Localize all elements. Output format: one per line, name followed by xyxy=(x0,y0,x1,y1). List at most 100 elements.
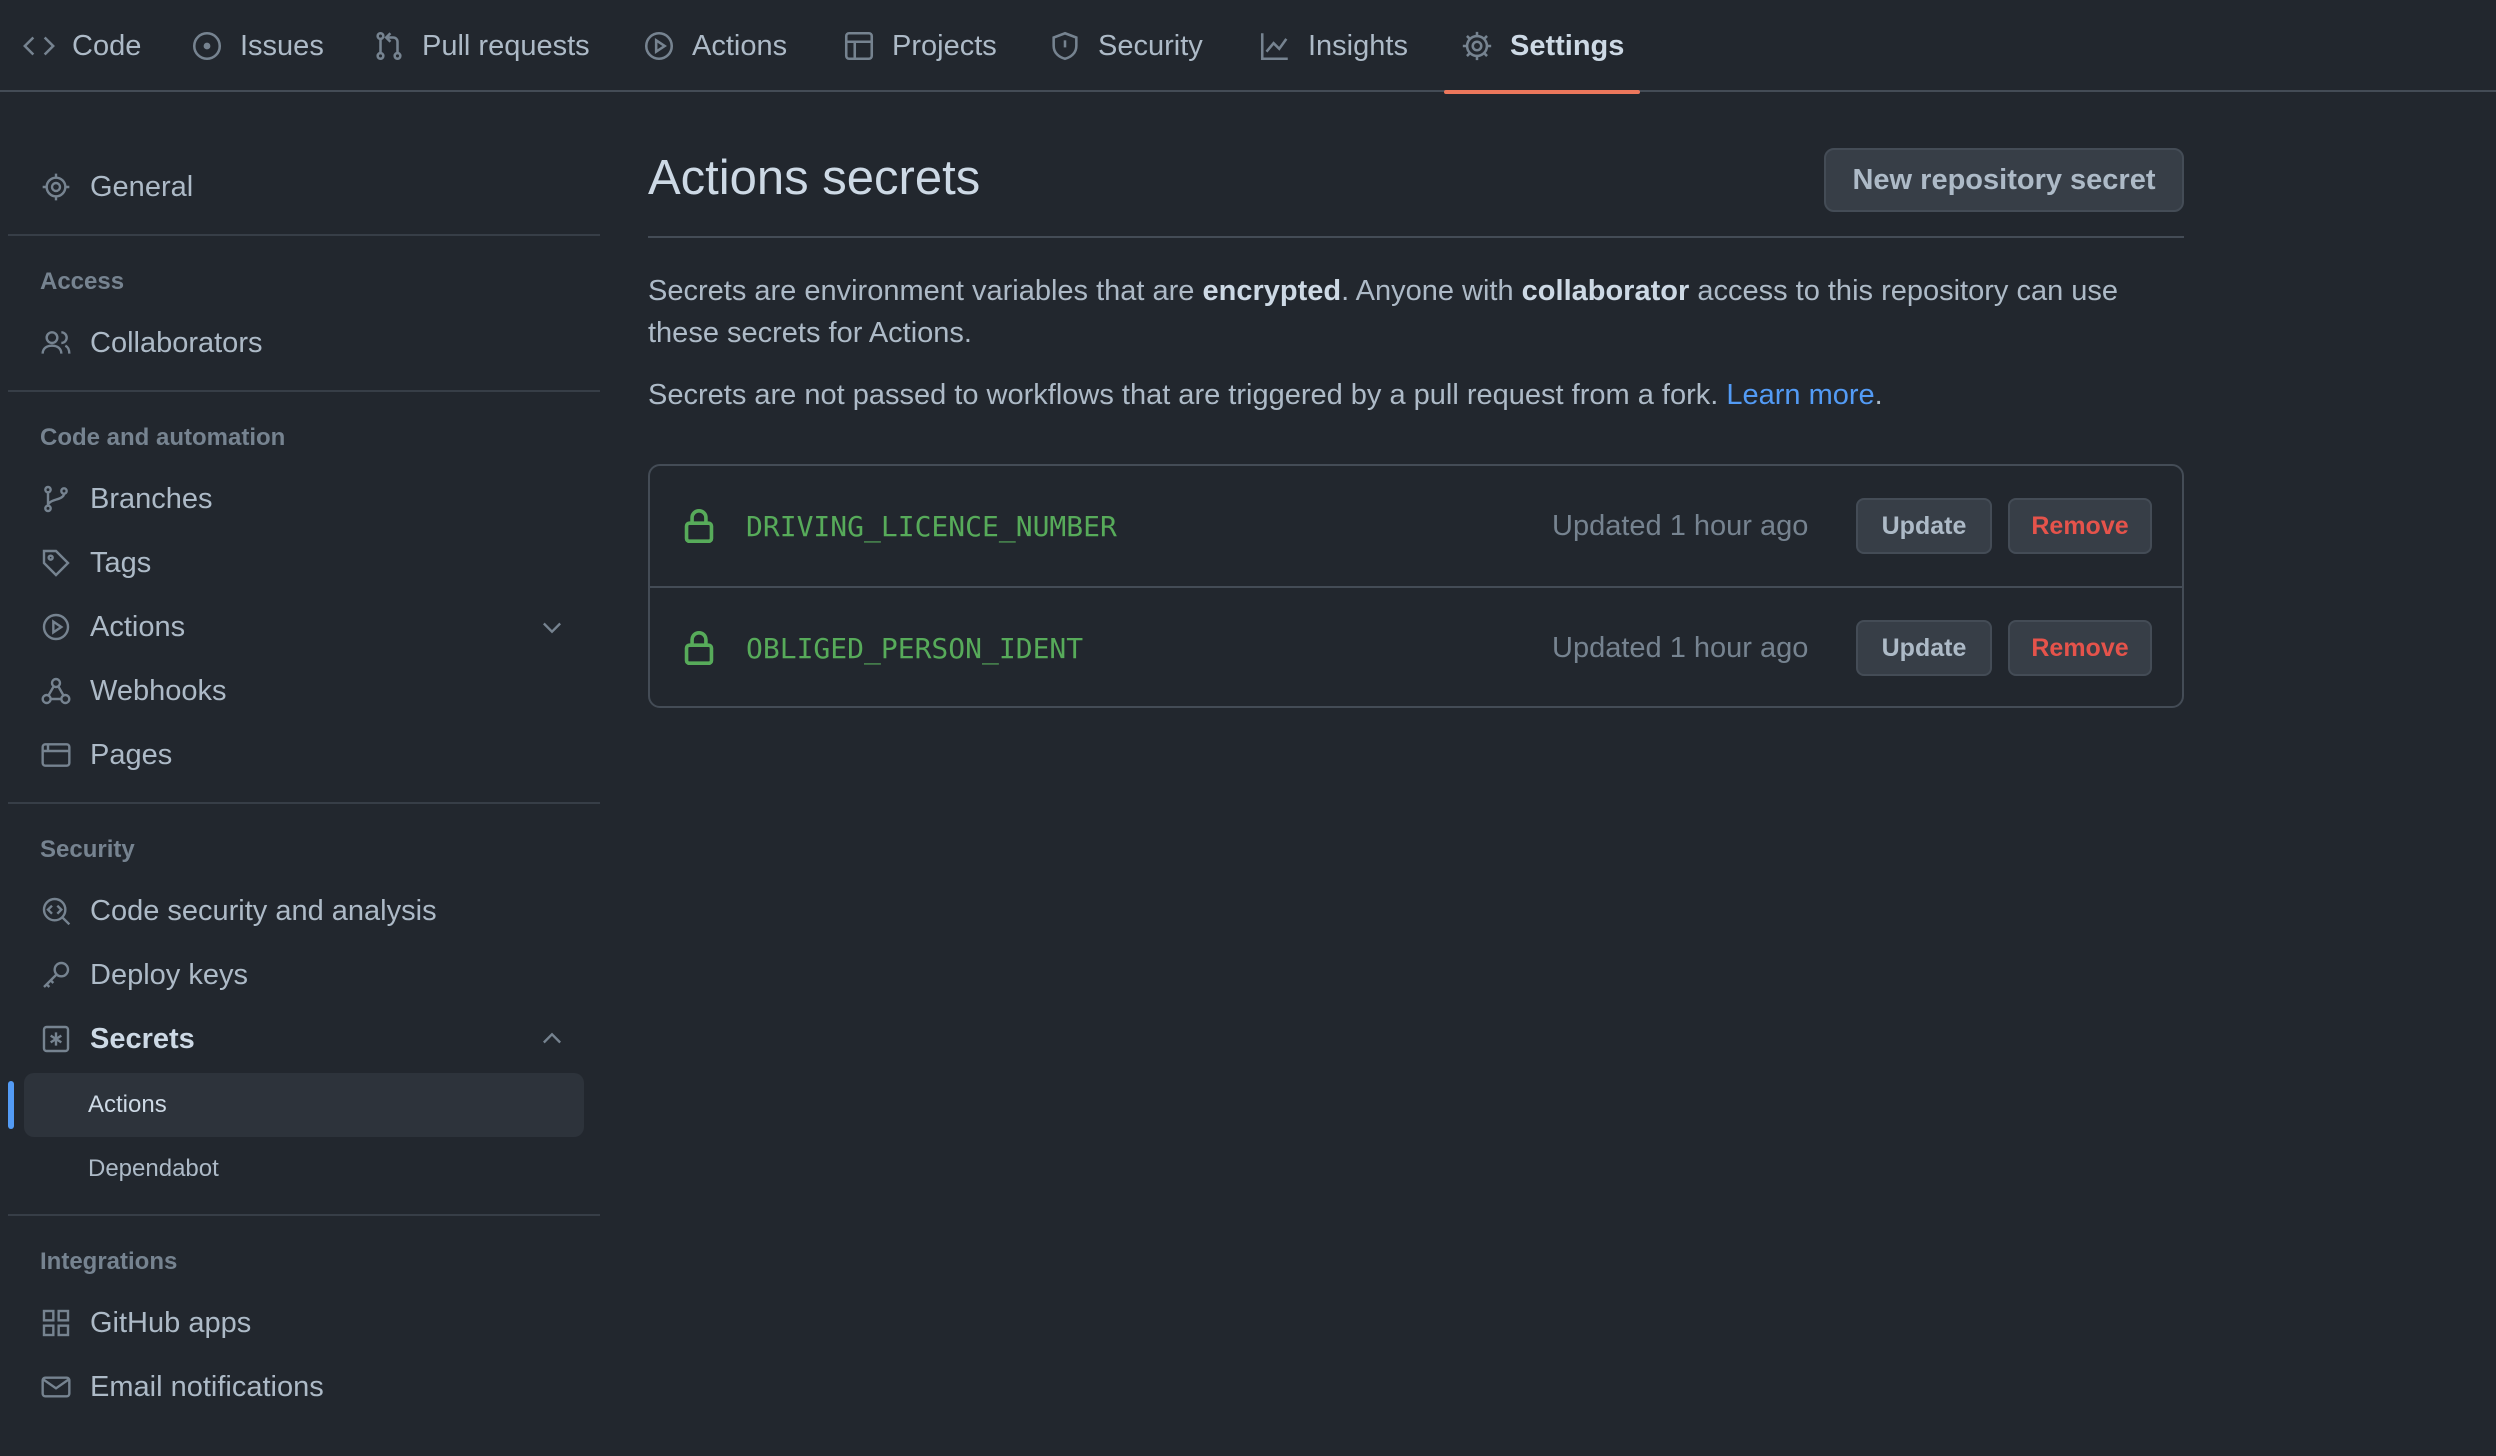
sidebar-divider xyxy=(8,802,600,804)
description-emphasis: collaborator xyxy=(1521,275,1690,307)
tab-actions[interactable]: Actions xyxy=(642,0,787,92)
lock-icon xyxy=(682,508,716,544)
git-branch-icon xyxy=(44,485,68,513)
sidebar-item-collaborators[interactable]: Collaborators xyxy=(40,315,262,371)
chevron-up-icon xyxy=(543,1032,561,1044)
key-icon xyxy=(43,961,70,988)
tab-projects[interactable]: Projects xyxy=(842,0,997,92)
sidebar-item-label: General xyxy=(90,170,194,203)
lock-icon xyxy=(682,630,716,666)
new-repository-secret-button[interactable]: New repository secret xyxy=(1824,148,2184,212)
sidebar-subitem-secrets-actions[interactable]: Actions xyxy=(24,1073,584,1137)
tab-code[interactable]: Code xyxy=(22,0,141,92)
gear-icon xyxy=(42,173,70,201)
fork-note-text: Secrets are not passed to workflows that… xyxy=(648,379,1727,411)
sidebar-item-label: Actions xyxy=(90,610,186,643)
active-indicator xyxy=(8,1081,14,1129)
graph-icon xyxy=(1260,33,1288,61)
table-icon xyxy=(844,31,874,61)
update-button[interactable]: Update xyxy=(1856,620,1992,676)
sidebar-item-branches[interactable]: Branches xyxy=(40,471,213,527)
tab-security[interactable]: Security xyxy=(1048,0,1203,92)
tab-pull-requests[interactable]: Pull requests xyxy=(372,0,590,92)
tab-projects-label: Projects xyxy=(892,29,997,62)
fork-note-period: . xyxy=(1874,379,1883,411)
tab-insights-label: Insights xyxy=(1308,29,1408,62)
tag-icon xyxy=(42,549,70,577)
sidebar-item-label: Code security and analysis xyxy=(90,894,437,927)
issue-opened-icon xyxy=(192,31,222,61)
remove-button[interactable]: Remove xyxy=(2008,498,2152,554)
sidebar-heading-security: Security xyxy=(40,836,135,863)
secrets-list: DRIVING_LICENCE_NUMBER Updated 1 hour ag… xyxy=(648,464,2184,708)
sidebar-item-email-notifications[interactable]: Email notifications xyxy=(40,1359,324,1415)
git-pull-request-icon xyxy=(376,31,402,61)
tab-actions-label: Actions xyxy=(692,29,788,62)
title-divider xyxy=(648,236,2184,238)
webhook-icon xyxy=(41,677,71,705)
sidebar-item-label: Deploy keys xyxy=(90,958,248,991)
sidebar-item-label: Email notifications xyxy=(90,1370,324,1403)
sidebar-item-label: Branches xyxy=(90,482,213,515)
gear-icon xyxy=(1462,31,1492,61)
sidebar-item-deploy-keys[interactable]: Deploy keys xyxy=(40,947,248,1003)
code-icon xyxy=(23,36,55,56)
update-button[interactable]: Update xyxy=(1856,498,1992,554)
tab-insights[interactable]: Insights xyxy=(1258,0,1408,92)
description-text: Secrets are environment variables that a… xyxy=(648,275,1203,307)
secret-name: OBLIGED_PERSON_IDENT xyxy=(746,631,1084,665)
sidebar-item-actions[interactable]: Actions xyxy=(40,599,185,655)
play-icon xyxy=(42,613,70,641)
sidebar-divider xyxy=(8,390,600,392)
tab-settings-label: Settings xyxy=(1510,29,1625,62)
sidebar-heading-integrations: Integrations xyxy=(40,1248,178,1275)
sidebar-item-label: Collaborators xyxy=(90,326,263,359)
repo-nav: Code Issues Pull requests Actions Projec… xyxy=(0,0,2496,94)
tab-code-label: Code xyxy=(72,29,142,62)
description-text: . Anyone with xyxy=(1341,275,1522,307)
key-asterisk-icon xyxy=(42,1025,70,1053)
secret-updated: Updated 1 hour ago xyxy=(1552,631,1809,664)
tab-issues[interactable]: Issues xyxy=(190,0,324,92)
sidebar-item-general[interactable]: General xyxy=(40,159,193,215)
secret-row: OBLIGED_PERSON_IDENT Updated 1 hour ago … xyxy=(650,586,2182,706)
fork-note: Secrets are not passed to workflows that… xyxy=(648,374,1883,416)
sidebar-item-webhooks[interactable]: Webhooks xyxy=(40,663,227,719)
sidebar-item-label: Webhooks xyxy=(90,674,227,707)
people-icon xyxy=(41,331,71,354)
sidebar-item-tags[interactable]: Tags xyxy=(40,535,151,591)
remove-button[interactable]: Remove xyxy=(2008,620,2152,676)
sidebar-item-label: Pages xyxy=(90,738,173,771)
apps-icon xyxy=(42,1309,70,1337)
tab-pull-requests-label: Pull requests xyxy=(422,29,590,62)
tab-security-label: Security xyxy=(1098,29,1203,62)
mail-icon xyxy=(41,1376,71,1398)
play-icon xyxy=(644,31,674,61)
sidebar-subitem-secrets-dependabot[interactable]: Dependabot xyxy=(24,1137,584,1201)
secrets-collapse-chevron[interactable] xyxy=(532,1019,572,1059)
sidebar-item-label: Secrets xyxy=(90,1022,195,1055)
tab-settings[interactable]: Settings xyxy=(1443,0,1641,94)
sidebar-item-pages[interactable]: Pages xyxy=(40,727,172,783)
sidebar-divider xyxy=(8,1214,600,1216)
page-title: Actions secrets xyxy=(648,151,981,205)
learn-more-link[interactable]: Learn more xyxy=(1726,379,1874,411)
sidebar-heading-access: Access xyxy=(40,268,125,295)
browser-icon xyxy=(41,743,71,767)
secret-row: DRIVING_LICENCE_NUMBER Updated 1 hour ag… xyxy=(650,466,2182,586)
secret-updated: Updated 1 hour ago xyxy=(1552,509,1809,542)
codescan-icon xyxy=(42,897,71,926)
sidebar-item-secrets[interactable]: Secrets xyxy=(40,1011,195,1067)
chevron-down-icon xyxy=(543,622,561,634)
sidebar-subitem-label: Dependabot xyxy=(88,1155,219,1182)
description-emphasis: encrypted xyxy=(1202,275,1342,307)
secrets-description: Secrets are environment variables that a… xyxy=(648,270,2188,354)
sidebar-item-label: GitHub apps xyxy=(90,1306,252,1339)
sidebar-subitem-label: Actions xyxy=(88,1091,167,1118)
sidebar-item-code-security[interactable]: Code security and analysis xyxy=(40,883,437,939)
tab-issues-label: Issues xyxy=(240,29,324,62)
actions-expand-chevron[interactable] xyxy=(532,607,572,647)
sidebar-divider xyxy=(8,234,600,236)
sidebar-item-label: Tags xyxy=(90,546,152,579)
sidebar-item-github-apps[interactable]: GitHub apps xyxy=(40,1295,251,1351)
